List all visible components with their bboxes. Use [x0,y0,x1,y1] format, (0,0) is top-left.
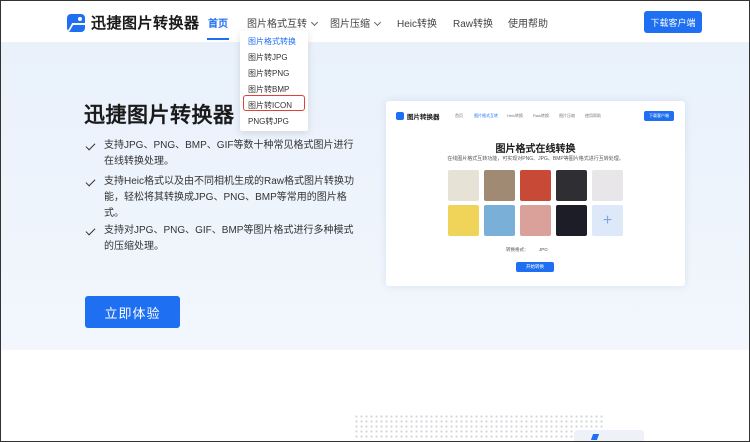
feature-line: 式。 [104,208,124,219]
preview-logo-text: 图片转换器 [407,114,440,121]
nav-active-indicator [207,38,229,40]
preview-nav-item: Raw转换 [533,113,550,118]
nav-compress[interactable]: 图片压缩 [330,15,382,30]
feature-line: 在线转换处理。 [104,156,174,167]
dropdown-item-to-jpg[interactable]: 图片转JPG [248,52,288,63]
preview-thumbnail [592,170,623,201]
dot-pattern-decoration [354,414,604,438]
preview-logo: 图片转换器 [396,111,440,121]
app-preview-window: 图片转换器 首页 图片格式互转 Heic转换 Raw转换 图片压缩 使用帮助 下… [386,101,685,286]
feature-line: 的压缩处理。 [104,241,164,252]
preview-nav-item: Heic转换 [507,113,524,118]
feature-item: 支持Heic格式以及由不同相机生成的Raw格式图片转换功 能，轻松将其转换成JP… [85,174,354,222]
icon-item-highlight-box [243,95,305,111]
dropdown-item-to-png[interactable]: 图片转PNG [248,68,289,79]
preview-thumbnail [520,170,551,201]
preview-format-label: 转换格式： [506,247,529,252]
format-convert-dropdown: 图片格式转换 图片转JPG 图片转PNG 图片转BMP 图片转ICON PNG转… [240,31,308,131]
nav-home[interactable]: 首页 [208,15,228,30]
next-section-card [574,430,644,442]
preview-thumbnail [484,170,515,201]
try-now-button[interactable]: 立即体验 [85,296,180,328]
preview-thumbnail [448,170,479,201]
logo[interactable]: 迅捷图片转换器 [67,12,200,33]
preview-logo-icon [396,112,404,120]
nav-compress-label: 图片压缩 [330,19,370,30]
preview-thumbnail [556,205,587,236]
feature-item: 支持对JPG、PNG、GIF、BMP等图片格式进行多种模式 的压缩处理。 [85,223,353,255]
preview-title: 图片格式在线转换 [495,144,576,155]
check-icon [85,140,96,151]
chevron-down-icon [310,18,319,27]
preview-subtitle: 在线图片格式互转功能，可实现对PNG、JPG、BMP等图片格式进行互转处理。 [447,156,624,162]
preview-thumbnail [484,205,515,236]
check-icon [85,225,96,236]
chevron-down-icon [373,18,382,27]
preview-nav-item: 图片格式互转 [474,113,498,118]
plus-icon: + [592,205,623,236]
feature-item: 支持JPG、PNG、BMP、GIF等数十种常见格式图片进行 在线转换处理。 [85,138,353,170]
preview-nav-item: 使用帮助 [585,113,601,118]
preview-start-button: 开始转换 [516,262,554,272]
preview-nav-item: 首页 [455,113,463,118]
top-header: 迅捷图片转换器 首页 图片格式互转 图片压缩 Heic转换 Raw转换 使用帮助… [1,1,749,43]
hero-title: 迅捷图片转换器 [84,104,235,127]
preview-thumbnail [556,170,587,201]
feature-text: 支持对JPG、PNG、GIF、BMP等图片格式进行多种模式 的压缩处理。 [104,223,353,255]
logo-text: 迅捷图片转换器 [91,15,200,32]
feature-line: 支持JPG、PNG、BMP、GIF等数十种常见格式图片进行 [104,140,354,151]
nav-heic[interactable]: Heic转换 [397,15,437,30]
feature-line: 支持对JPG、PNG、GIF、BMP等图片格式进行多种模式 [104,225,354,236]
preview-thumbnail [448,205,479,236]
dropdown-item-format-convert[interactable]: 图片格式转换 [248,36,296,47]
nav-format-convert-label: 图片格式互转 [247,19,307,30]
feature-text: 支持Heic格式以及由不同相机生成的Raw格式图片转换功 能，轻松将其转换成JP… [104,174,354,222]
download-client-button[interactable]: 下载客户端 [644,11,702,33]
feature-line: 支持Heic格式以及由不同相机生成的Raw格式图片转换功 [104,176,355,187]
feature-line: 能，轻松将其转换成JPG、PNG、BMP等常用的图片格 [104,192,347,203]
nav-format-convert[interactable]: 图片格式互转 [247,15,319,30]
dropdown-item-png-to-jpg[interactable]: PNG转JPG [248,116,289,127]
feature-text: 支持JPG、PNG、BMP、GIF等数十种常见格式图片进行 在线转换处理。 [104,138,353,170]
preview-nav-item: 图片压缩 [559,113,575,118]
preview-format-select: JPG [539,247,548,252]
preview-download-button: 下载客户端 [644,111,674,121]
dropdown-item-to-bmp[interactable]: 图片转BMP [248,84,289,95]
nav-raw[interactable]: Raw转换 [453,15,493,30]
nav-help[interactable]: 使用帮助 [508,15,548,30]
preview-thumbnail [520,205,551,236]
check-icon [85,176,96,187]
logo-image-icon [67,13,85,32]
